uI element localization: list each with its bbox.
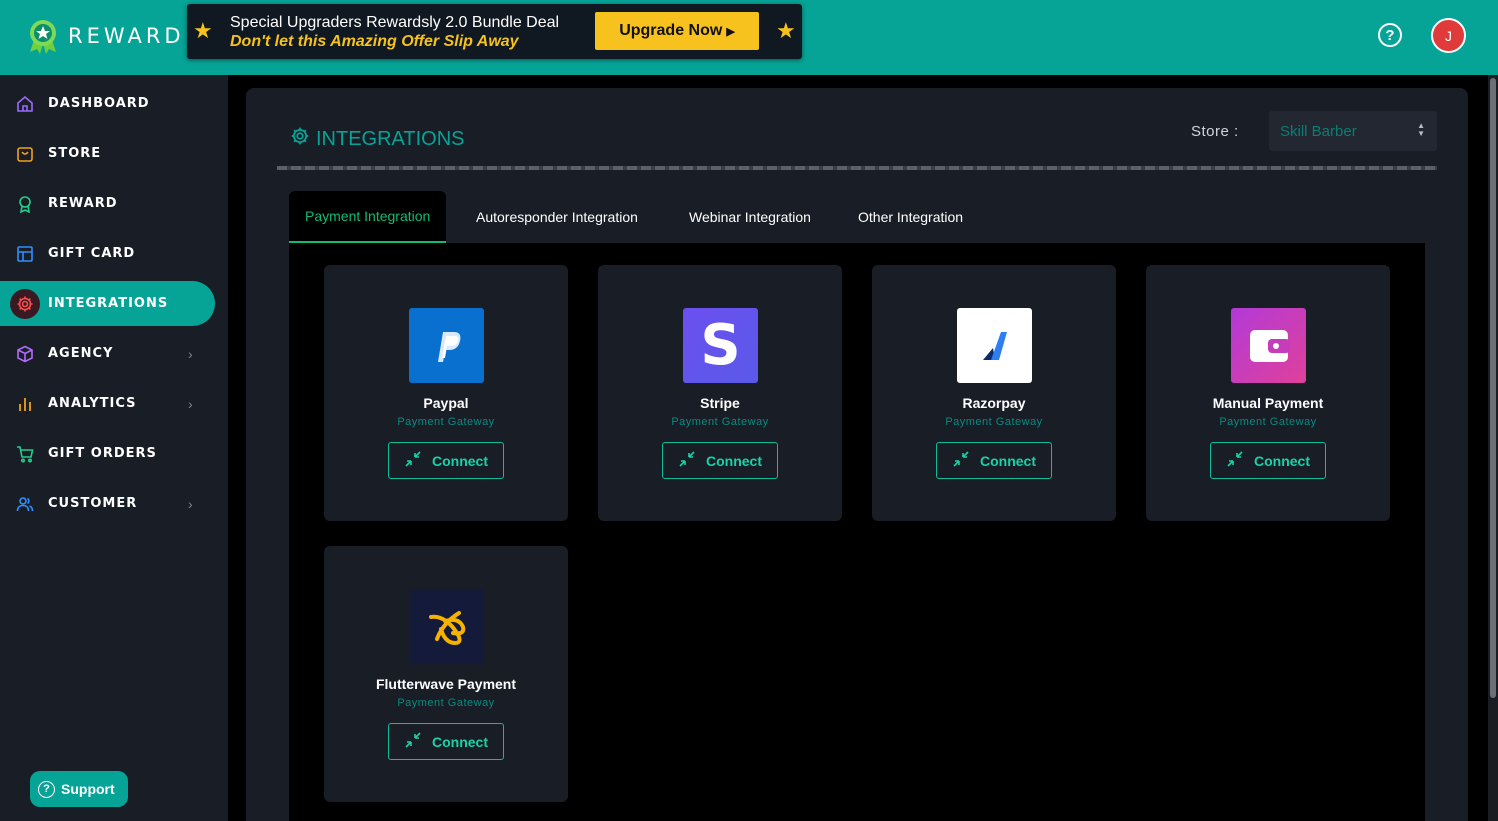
wallet-logo-icon [1231, 308, 1306, 383]
collapse-arrows-icon [1226, 450, 1244, 471]
select-arrows-icon: ▲ ▼ [1417, 121, 1425, 138]
sidebar-item-label: CUSTOMER [48, 496, 138, 511]
card-subtitle: Payment Gateway [397, 697, 495, 709]
reward-badge-icon [26, 18, 60, 54]
sidebar-item-dashboard[interactable]: DASHBOARD [0, 81, 215, 126]
chevron-right-icon: › [188, 495, 193, 512]
support-label: Support [61, 781, 115, 797]
sidebar-item-label: GIFT ORDERS [48, 446, 157, 461]
tab-webinar-integration[interactable]: Webinar Integration [689, 191, 811, 243]
connect-label: Connect [432, 452, 488, 469]
connect-button[interactable]: Connect [662, 442, 778, 479]
connect-label: Connect [432, 733, 488, 750]
top-bar: REWARD ★ Special Upgraders Rewardsly 2.0… [0, 0, 1498, 75]
cart-icon [15, 444, 35, 464]
support-button[interactable]: ? Support [30, 771, 128, 807]
tab-payment-integration[interactable]: Payment Integration [289, 191, 447, 243]
upgrade-now-label: Upgrade Now [619, 22, 723, 39]
question-circle-icon: ? [38, 780, 55, 798]
title-divider [277, 166, 1437, 170]
sidebar-item-label: DASHBOARD [48, 96, 150, 111]
users-icon [15, 494, 35, 514]
promo-tagline: Don't let this Amazing Offer Slip Away [230, 33, 519, 50]
card-subtitle: Payment Gateway [671, 416, 769, 428]
gear-icon [290, 126, 310, 152]
card-subtitle: Payment Gateway [397, 416, 495, 428]
connect-label: Connect [706, 452, 762, 469]
page-title: INTEGRATIONS [290, 126, 465, 152]
collapse-arrows-icon [952, 450, 970, 471]
integration-card: Flutterwave Payment Payment Gateway Conn… [324, 546, 568, 802]
card-title: Paypal [423, 395, 469, 411]
connect-button[interactable]: Connect [388, 442, 504, 479]
promo-headline: Special Upgraders Rewardsly 2.0 Bundle D… [230, 14, 560, 31]
upgrade-now-button[interactable]: Upgrade Now ▶ [595, 12, 759, 50]
stripe-logo-icon: S [683, 308, 758, 383]
flutterwave-logo-icon [409, 589, 484, 664]
sidebar-item-gift-card[interactable]: GIFT CARD [0, 231, 215, 276]
card-subtitle: Payment Gateway [945, 416, 1043, 428]
card-title: Flutterwave Payment [375, 676, 517, 692]
store-select[interactable]: Skill Barber ▲ ▼ [1269, 111, 1437, 151]
home-icon [15, 94, 35, 114]
store-label: Store : [1191, 123, 1239, 140]
sidebar-item-agency[interactable]: AGENCY › [0, 331, 215, 376]
sidebar-item-label: AGENCY [48, 346, 114, 361]
chevron-right-icon: › [188, 395, 193, 412]
sidebar: DASHBOARD STORE REWARD GIFT CARD INTEGRA… [0, 75, 228, 821]
cube-icon [15, 344, 35, 364]
connect-label: Connect [980, 452, 1036, 469]
integration-card: Manual Payment Payment Gateway Connect [1146, 265, 1390, 521]
integration-card: Paypal Payment Gateway Connect [324, 265, 568, 521]
collapse-arrows-icon [404, 450, 422, 471]
sidebar-item-analytics[interactable]: ANALYTICS › [0, 381, 215, 426]
integrations-panel: INTEGRATIONS Store : Skill Barber ▲ ▼ Pay… [246, 88, 1468, 821]
collapse-arrows-icon [404, 731, 422, 752]
sidebar-item-store[interactable]: STORE [0, 131, 215, 176]
sidebar-item-label: STORE [48, 146, 102, 161]
connect-button[interactable]: Connect [936, 442, 1052, 479]
card-layout-icon [15, 244, 35, 264]
integration-card: S Stripe Payment Gateway Connect [598, 265, 842, 521]
award-icon [15, 194, 35, 214]
collapse-arrows-icon [678, 450, 696, 471]
card-title: Manual Payment [1212, 395, 1324, 411]
sidebar-item-customer[interactable]: CUSTOMER › [0, 481, 215, 526]
card-subtitle: Payment Gateway [1219, 416, 1317, 428]
bar-chart-icon [15, 394, 35, 414]
payment-integration-content: Paypal Payment Gateway Connect S Stripe … [289, 243, 1425, 821]
connect-button[interactable]: Connect [1210, 442, 1326, 479]
sidebar-item-reward[interactable]: REWARD [0, 181, 215, 226]
sidebar-item-label: GIFT CARD [48, 246, 136, 261]
tab-autoresponder-integration[interactable]: Autoresponder Integration [476, 191, 638, 243]
sidebar-item-gift-orders[interactable]: GIFT ORDERS [0, 431, 215, 476]
page-title-text: INTEGRATIONS [316, 127, 465, 150]
gear-icon [10, 288, 40, 319]
caret-right-icon: ▶ [726, 25, 735, 38]
sidebar-item-label: REWARD [48, 196, 118, 211]
app-logo[interactable]: REWARD [26, 18, 185, 54]
sidebar-item-label: ANALYTICS [48, 396, 137, 411]
star-icon: ★ [776, 18, 796, 43]
card-title: Stripe [700, 395, 740, 411]
star-icon: ★ [193, 18, 213, 43]
integration-card: Razorpay Payment Gateway Connect [872, 265, 1116, 521]
card-title: Razorpay [962, 395, 1026, 411]
connect-label: Connect [1254, 452, 1310, 469]
sidebar-item-label: INTEGRATIONS [48, 296, 169, 311]
paypal-logo-icon [409, 308, 484, 383]
tab-other-integration[interactable]: Other Integration [858, 191, 963, 243]
sidebar-item-integrations[interactable]: INTEGRATIONS [0, 281, 215, 326]
store-select-value: Skill Barber [1280, 122, 1357, 140]
logo-text: REWARD [68, 24, 185, 48]
connect-button[interactable]: Connect [388, 723, 504, 760]
scrollbar-thumb[interactable] [1490, 78, 1496, 698]
promo-banner: ★ Special Upgraders Rewardsly 2.0 Bundle… [187, 4, 802, 59]
user-avatar[interactable]: J [1431, 18, 1466, 53]
help-question-icon[interactable]: ? [1378, 23, 1402, 47]
chevron-right-icon: › [188, 345, 193, 362]
store-bag-icon [15, 144, 35, 164]
razorpay-logo-icon [957, 308, 1032, 383]
